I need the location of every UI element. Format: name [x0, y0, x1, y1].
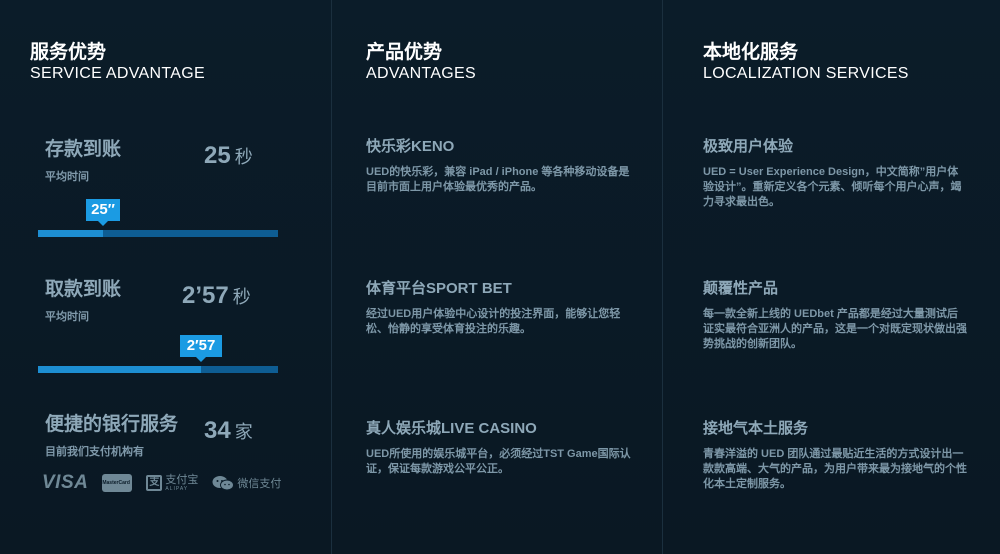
- stat-subtitle: 目前我们支付机构有: [45, 446, 144, 458]
- stat-value: 2’57 秒: [182, 282, 251, 310]
- block-title: 体育平台SPORT BET: [366, 280, 512, 297]
- block-title: 接地气本土服务: [703, 420, 809, 437]
- product-advantages-header: 产品优势 ADVANTAGES: [366, 42, 476, 84]
- service-advantage-column: 服务优势 SERVICE ADVANTAGE 存款到账 平均时间 25 秒 25″…: [0, 0, 332, 554]
- withdraw-progress-bar: [38, 366, 278, 373]
- live-casino-block: 真人娱乐城LIVE CASINO UED所使用的娱乐城平台，必须经过TST Ga…: [366, 419, 631, 477]
- bank-service-stat: 便捷的银行服务 目前我们支付机构有 34 家: [45, 413, 285, 459]
- block-description: UED的快乐彩，兼容 iPad / iPhone 等各种移动设备是目前市面上用户…: [366, 166, 630, 193]
- block-title: 真人娱乐城LIVE CASINO: [366, 420, 537, 437]
- stat-number: 2’57: [182, 282, 229, 309]
- block-description: 青春洋溢的 UED 团队通过最贴近生活的方式设计出一款款高端、大气的产品，为用户…: [703, 448, 967, 490]
- block-description: 每一款全新上线的 UEDbet 产品都是经过大量测试后证实最符合亚洲人的产品，这…: [703, 308, 967, 350]
- alipay-sub-label: ALIPAY: [165, 485, 189, 492]
- advantages-panel: 服务优势 SERVICE ADVANTAGE 存款到账 平均时间 25 秒 25″…: [0, 0, 1000, 554]
- column-title-zh: 服务优势: [30, 42, 107, 63]
- column-title-en: ADVANTAGES: [366, 65, 476, 82]
- stat-subtitle: 平均时间: [45, 311, 89, 323]
- column-title-zh: 本地化服务: [703, 42, 799, 63]
- column-title-en: LOCALIZATION SERVICES: [703, 65, 909, 82]
- stat-subtitle: 平均时间: [45, 171, 89, 183]
- column-title-en: SERVICE ADVANTAGE: [30, 65, 205, 82]
- localization-services-header: 本地化服务 LOCALIZATION SERVICES: [703, 42, 909, 84]
- block-description: 经过UED用户体验中心设计的投注界面，能够让您轻松、怡静的享受体育投注的乐趣。: [366, 308, 621, 335]
- stat-number: 34: [204, 417, 231, 444]
- visa-logo: VISA: [42, 472, 89, 493]
- product-advantages-column: 产品优势 ADVANTAGES 快乐彩KENO UED的快乐彩，兼容 iPad …: [332, 0, 663, 554]
- deposit-progress-bar: [38, 230, 278, 237]
- stat-unit: 秒: [232, 287, 251, 307]
- block-description: UED所使用的娱乐城平台，必须经过TST Game国际认证，保证每款游戏公平公正…: [366, 448, 631, 475]
- deposit-progress-bubble: 25″: [86, 199, 120, 226]
- wechat-pay-label: 微信支付: [237, 478, 282, 490]
- wechat-icon: [212, 476, 235, 491]
- payment-methods: VISA MasterCard 支 支付宝 ALIPAY 微信支付: [42, 472, 281, 494]
- column-title-zh: 产品优势: [366, 42, 443, 63]
- block-title: 颠覆性产品: [703, 280, 779, 297]
- alipay-logo: 支 支付宝 ALIPAY: [146, 473, 199, 492]
- sport-bet-block: 体育平台SPORT BET 经过UED用户体验中心设计的投注界面，能够让您轻松、…: [366, 279, 631, 337]
- withdraw-stat: 取款到账 平均时间 2’57 秒: [45, 278, 285, 324]
- stat-number: 25: [204, 142, 231, 169]
- withdraw-progress-bubble: 2′57: [180, 335, 222, 362]
- deposit-progress-fill: [38, 230, 103, 237]
- user-experience-block: 极致用户体验 UED = User Experience Design，中文简称…: [703, 137, 968, 210]
- disruptive-product-block: 颠覆性产品 每一款全新上线的 UEDbet 产品都是经过大量测试后证实最符合亚洲…: [703, 279, 968, 352]
- wechat-pay-logo: 微信支付: [212, 475, 281, 491]
- block-title: 快乐彩KENO: [366, 138, 455, 155]
- stat-unit: 秒: [234, 147, 253, 167]
- block-description: UED = User Experience Design，中文简称”用户体验设计…: [703, 166, 962, 208]
- alipay-text-group: 支付宝 ALIPAY: [165, 473, 199, 492]
- local-service-block: 接地气本土服务 青春洋溢的 UED 团队通过最贴近生活的方式设计出一款款高端、大…: [703, 419, 968, 492]
- mastercard-logo: MasterCard: [102, 474, 133, 492]
- keno-block: 快乐彩KENO UED的快乐彩，兼容 iPad / iPhone 等各种移动设备…: [366, 137, 631, 195]
- localization-services-column: 本地化服务 LOCALIZATION SERVICES 极致用户体验 UED =…: [663, 0, 1000, 554]
- stat-value: 34 家: [204, 417, 253, 445]
- withdraw-progress-fill: [38, 366, 202, 373]
- stat-unit: 家: [234, 422, 253, 442]
- deposit-stat: 存款到账 平均时间 25 秒: [45, 138, 285, 184]
- stat-value: 25 秒: [204, 142, 253, 170]
- alipay-icon: 支: [146, 475, 163, 491]
- alipay-label: 支付宝: [165, 473, 199, 486]
- service-advantage-header: 服务优势 SERVICE ADVANTAGE: [30, 42, 205, 84]
- block-title: 极致用户体验: [703, 138, 794, 155]
